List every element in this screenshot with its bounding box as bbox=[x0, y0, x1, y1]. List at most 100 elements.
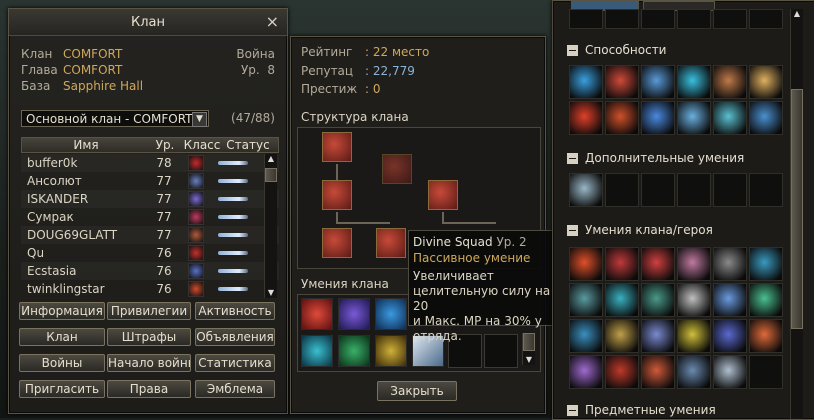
member-row[interactable]: twinklingstar 76 bbox=[21, 280, 279, 298]
clan-skill-icon[interactable] bbox=[375, 298, 407, 330]
skill-slot[interactable] bbox=[749, 247, 783, 281]
scroll-up-icon[interactable]: ▲ bbox=[265, 154, 277, 164]
clan-action-button[interactable]: Активность bbox=[195, 302, 275, 320]
skill-slot[interactable] bbox=[605, 319, 639, 353]
col-level[interactable]: Ур. bbox=[150, 138, 180, 152]
scroll-up-icon[interactable]: ▲ bbox=[791, 9, 803, 19]
skill-slot[interactable] bbox=[641, 319, 675, 353]
member-row[interactable]: DOUG69GLATT 77 bbox=[21, 226, 279, 244]
section-abilities-title: Способности bbox=[585, 43, 667, 57]
clan-action-button[interactable]: Информация bbox=[19, 302, 105, 320]
member-name: Ансолют bbox=[27, 174, 82, 188]
skill-slot[interactable] bbox=[605, 101, 639, 135]
clan-action-button[interactable]: Привилегии bbox=[107, 302, 191, 320]
unit-node-royal-1[interactable] bbox=[322, 180, 352, 210]
unit-node-knight-2[interactable] bbox=[376, 228, 406, 258]
scroll-down-icon[interactable]: ▼ bbox=[265, 288, 277, 298]
unit-node-academy[interactable] bbox=[382, 154, 412, 184]
skill-slot[interactable] bbox=[749, 319, 783, 353]
skill-slot[interactable] bbox=[677, 319, 711, 353]
skill-slot[interactable] bbox=[569, 101, 603, 135]
skill-slot[interactable] bbox=[605, 283, 639, 317]
skill-slot[interactable] bbox=[677, 65, 711, 99]
skills-panel-scrollbar[interactable]: ▲ bbox=[790, 9, 803, 419]
skill-slot[interactable] bbox=[641, 101, 675, 135]
member-row[interactable]: buffer0k 78 bbox=[21, 154, 279, 172]
skill-slot[interactable] bbox=[641, 247, 675, 281]
chevron-down-icon[interactable]: ▼ bbox=[192, 112, 207, 127]
skill-slot[interactable] bbox=[713, 283, 747, 317]
scroll-thumb[interactable] bbox=[265, 168, 277, 182]
close-button[interactable]: Закрыть bbox=[377, 381, 457, 401]
collapse-icon[interactable] bbox=[567, 404, 578, 416]
skill-slot[interactable] bbox=[569, 355, 603, 389]
skill-slot[interactable] bbox=[677, 101, 711, 135]
unit-node-knight-1[interactable] bbox=[322, 228, 352, 258]
skill-slot[interactable] bbox=[641, 355, 675, 389]
member-class bbox=[179, 155, 213, 171]
clan-action-button[interactable]: Права bbox=[107, 380, 191, 398]
skill-slot[interactable] bbox=[713, 247, 747, 281]
section-extra[interactable]: Дополнительные умения bbox=[567, 151, 744, 165]
skill-slot[interactable] bbox=[749, 101, 783, 135]
close-icon[interactable]: × bbox=[266, 12, 279, 31]
clan-action-button[interactable]: Войны bbox=[19, 354, 105, 372]
skill-slot[interactable] bbox=[605, 247, 639, 281]
collapse-icon[interactable] bbox=[567, 152, 578, 164]
skill-slot[interactable] bbox=[569, 283, 603, 317]
skill-slot[interactable] bbox=[569, 9, 603, 29]
skill-slot[interactable] bbox=[749, 283, 783, 317]
skill-slot[interactable] bbox=[677, 283, 711, 317]
skill-slot[interactable] bbox=[605, 355, 639, 389]
skill-slot[interactable] bbox=[641, 65, 675, 99]
section-abilities[interactable]: Способности bbox=[567, 43, 666, 57]
skill-slot[interactable] bbox=[713, 65, 747, 99]
clan-skill-icon[interactable] bbox=[338, 298, 370, 330]
skill-slot[interactable] bbox=[569, 247, 603, 281]
member-row[interactable]: ISKANDER 77 bbox=[21, 190, 279, 208]
member-list-scrollbar[interactable]: ▲ ▼ bbox=[264, 154, 277, 298]
clan-skill-icon[interactable] bbox=[301, 335, 333, 367]
skill-slot[interactable] bbox=[641, 283, 675, 317]
prestige-value: : 0 bbox=[365, 82, 381, 96]
collapse-icon[interactable] bbox=[567, 224, 578, 236]
clan-action-button[interactable]: Штрафы bbox=[107, 328, 191, 346]
skill-slot[interactable] bbox=[713, 319, 747, 353]
skill-slot[interactable] bbox=[713, 355, 747, 389]
member-row[interactable]: Сумрак 77 bbox=[21, 208, 279, 226]
clan-window-titlebar[interactable]: Клан × bbox=[9, 9, 287, 36]
unit-node-main[interactable] bbox=[322, 132, 352, 162]
skill-slot[interactable] bbox=[749, 65, 783, 99]
section-items[interactable]: Предметные умения bbox=[567, 403, 716, 417]
clan-action-button[interactable]: Эмблема bbox=[195, 380, 275, 398]
member-row[interactable]: Ансолют 77 bbox=[21, 172, 279, 190]
clan-action-button[interactable]: Клан bbox=[19, 328, 105, 346]
skill-slot[interactable] bbox=[569, 65, 603, 99]
skill-slot[interactable] bbox=[677, 355, 711, 389]
col-class[interactable]: Класс bbox=[180, 138, 224, 152]
clan-unit-select[interactable]: Основной клан - COMFORT ▼ bbox=[21, 110, 209, 127]
section-clan-hero[interactable]: Умения клана/героя bbox=[567, 223, 713, 237]
clan-skill-icon[interactable] bbox=[375, 335, 407, 367]
unit-node-royal-2[interactable] bbox=[428, 180, 458, 210]
skill-slot[interactable] bbox=[569, 319, 603, 353]
scroll-down-icon[interactable]: ▼ bbox=[523, 355, 535, 365]
skill-slot[interactable] bbox=[713, 101, 747, 135]
clan-skill-icon[interactable] bbox=[301, 298, 333, 330]
member-row[interactable]: Ecstasia 76 bbox=[21, 262, 279, 280]
scroll-thumb[interactable] bbox=[791, 89, 803, 329]
col-name[interactable]: Имя bbox=[22, 138, 150, 152]
clan-action-button[interactable]: Начало войны bbox=[107, 354, 191, 372]
clan-action-button[interactable]: Статистика bbox=[195, 354, 275, 372]
collapse-icon[interactable] bbox=[567, 44, 578, 56]
skill-slot[interactable] bbox=[677, 247, 711, 281]
skill-slot[interactable] bbox=[569, 173, 603, 207]
clan-action-button[interactable]: Объявления bbox=[195, 328, 275, 346]
skill-slot[interactable] bbox=[605, 65, 639, 99]
clan-skill-icon[interactable] bbox=[338, 335, 370, 367]
clan-action-button[interactable]: Пригласить bbox=[19, 380, 105, 398]
rating-label: Рейтинг bbox=[301, 45, 353, 59]
member-row[interactable]: Qu 76 bbox=[21, 244, 279, 262]
online-status-icon bbox=[218, 233, 248, 237]
col-status[interactable]: Статус bbox=[224, 138, 272, 152]
